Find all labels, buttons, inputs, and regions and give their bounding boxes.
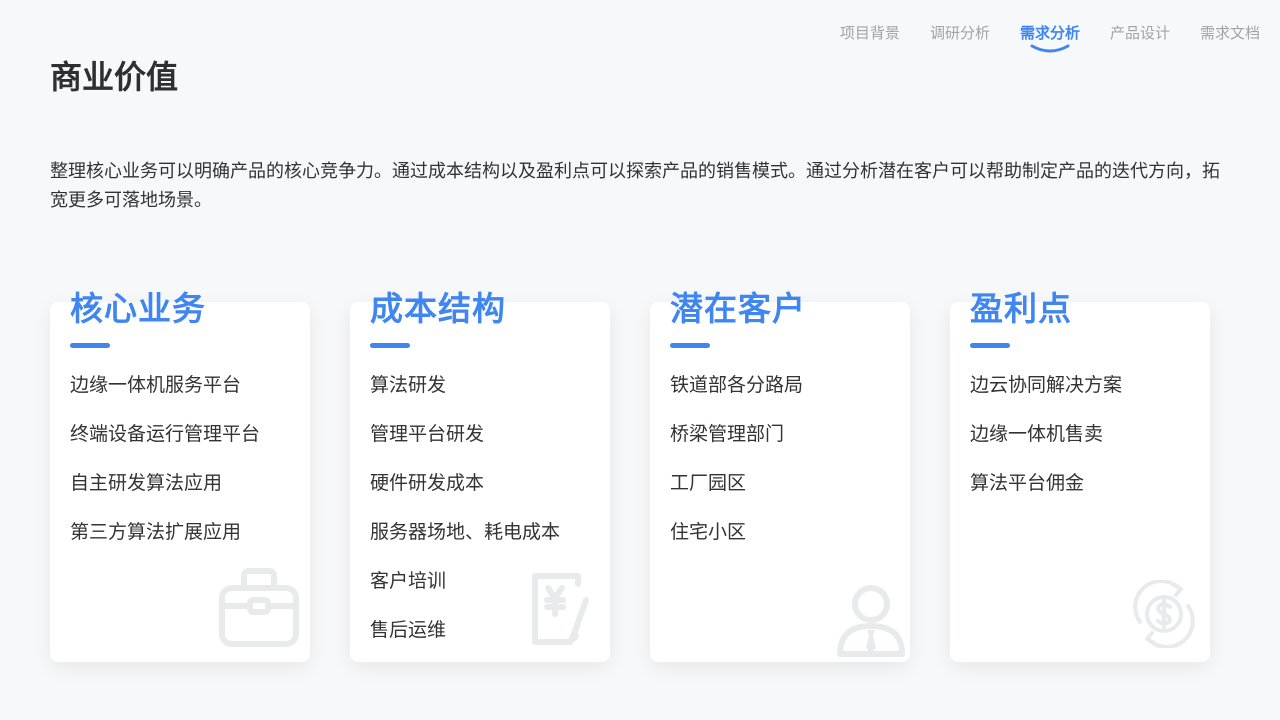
card-profit-points: 盈利点 边云协同解决方案 边缘一体机售卖 算法平台佣金 [950,289,1210,662]
list-item: 边云协同解决方案 [970,374,1123,396]
card-title-bar [70,343,110,348]
receipt-yuan-icon [532,573,589,645]
card-core-business: 核心业务 边缘一体机服务平台 终端设备运行管理平台 自主研发算法应用 第三方算法… [50,289,310,662]
list-item: 工厂园区 [670,472,747,494]
list-item: 管理平台研发 [370,423,485,445]
list-item: 算法平台佣金 [970,472,1085,494]
nav-tab-label: 需求分析 [1019,24,1080,42]
top-nav: 项目背景 调研分析 需求分析 产品设计 需求文档 [840,22,1260,53]
list-item: 自主研发算法应用 [70,472,223,494]
card-title: 潜在客户 [670,289,806,328]
list-item: 铁道部各分路局 [670,374,804,396]
list-item: 边缘一体机服务平台 [70,374,242,396]
card-list: 边云协同解决方案 边缘一体机售卖 算法平台佣金 [970,372,1122,519]
nav-tab-project-background[interactable]: 项目背景 [840,22,900,44]
list-item: 硬件研发成本 [370,472,485,494]
nav-tab-requirement-doc[interactable]: 需求文档 [1200,22,1260,44]
list-item: 终端设备运行管理平台 [70,423,261,445]
nav-tab-requirement-analysis[interactable]: 需求分析 [1019,22,1080,53]
card-cost-structure: 成本结构 算法研发 管理平台研发 硬件研发成本 服务器场地、耗电成本 客户培训 … [350,289,610,662]
list-item: 第三方算法扩展应用 [70,521,242,543]
card-title: 核心业务 [70,289,206,328]
list-item: 桥梁管理部门 [670,423,785,445]
list-item: 算法研发 [370,374,447,396]
card-list: 边缘一体机服务平台 终端设备运行管理平台 自主研发算法应用 第三方算法扩展应用 [70,372,260,568]
card-title-bar [970,343,1010,348]
list-item: 住宅小区 [670,521,747,543]
card-list: 铁道部各分路局 桥梁管理部门 工厂园区 住宅小区 [670,372,803,568]
nav-tab-research-analysis[interactable]: 调研分析 [930,22,990,44]
dollar-cycle-icon [1133,580,1195,648]
list-item: 边缘一体机售卖 [970,423,1104,445]
card-title: 成本结构 [370,289,506,328]
card-title-bar [670,343,710,348]
briefcase-icon [219,568,299,647]
card-title-bar [370,343,410,348]
page-title: 商业价值 [50,58,179,96]
card-title: 盈利点 [970,289,1072,328]
intro-paragraph: 整理核心业务可以明确产品的核心竞争力。通过成本结构以及盈利点可以探索产品的销售模… [50,161,1220,211]
active-tab-indicator [1030,44,1070,53]
list-item: 服务器场地、耗电成本 [370,521,561,543]
user-icon [837,585,905,657]
card-potential-customers: 潜在客户 铁道部各分路局 桥梁管理部门 工厂园区 住宅小区 [650,289,910,662]
nav-tab-product-design[interactable]: 产品设计 [1110,22,1170,44]
